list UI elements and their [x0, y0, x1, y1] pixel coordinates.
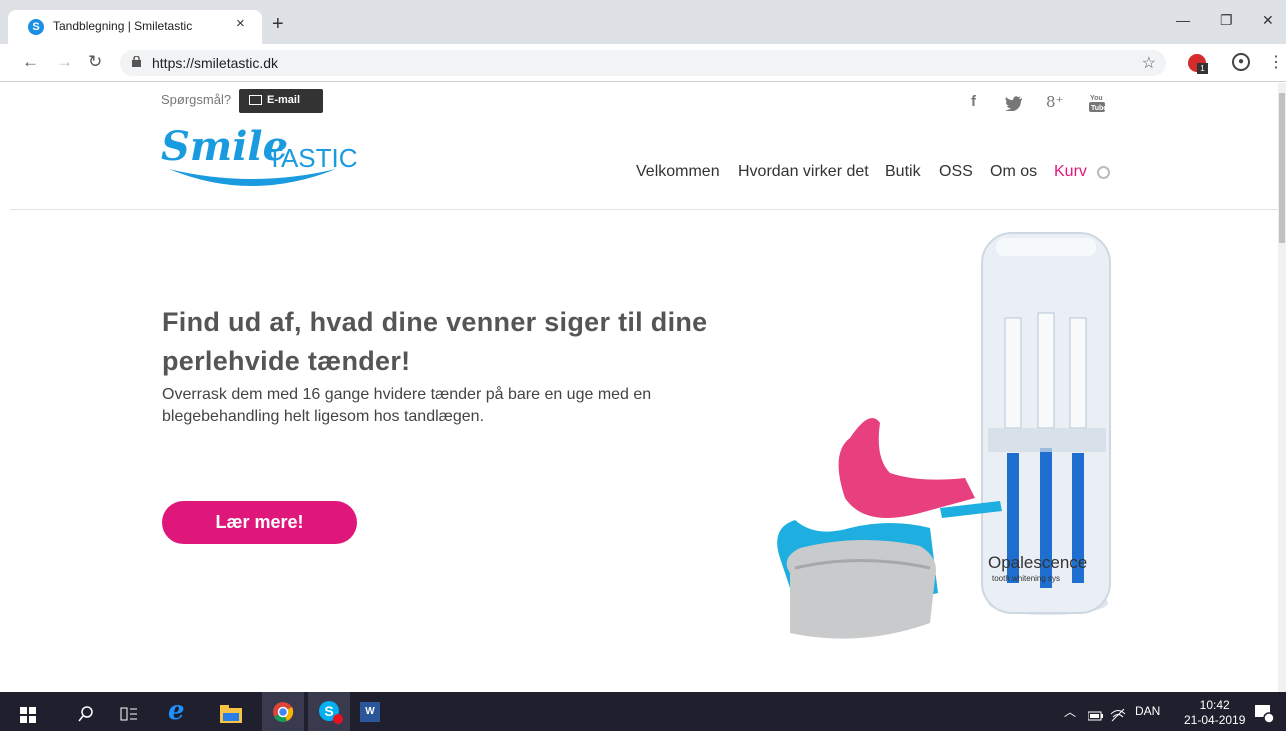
windows-taskbar: e S W ︿ DAN 10:42 21-04-2019: [0, 692, 1286, 731]
skype-status-badge: [333, 714, 343, 724]
task-view-icon[interactable]: [120, 703, 138, 725]
browser-tab-strip: S Tandblegning | Smiletastic × + — ❐ ✕: [0, 0, 1286, 44]
nav-oss[interactable]: OSS: [939, 163, 973, 181]
language-indicator[interactable]: DAN: [1135, 704, 1160, 718]
google-plus-icon[interactable]: 8⁺: [1046, 93, 1063, 111]
menu-icon[interactable]: ⋮: [1268, 52, 1284, 72]
page-scrollbar[interactable]: [1278, 83, 1286, 692]
notifications-icon[interactable]: [1254, 702, 1274, 724]
chrome-taskbar-item[interactable]: [262, 692, 304, 731]
hero-subtext: Overrask dem med 16 gange hvidere tænder…: [162, 386, 652, 425]
restore-icon[interactable]: ❐: [1220, 12, 1233, 29]
tray-chevron-icon[interactable]: ︿: [1064, 703, 1076, 725]
envelope-icon: [249, 95, 262, 105]
word-icon[interactable]: W: [360, 702, 380, 722]
minimize-icon[interactable]: —: [1176, 12, 1190, 28]
product-image: Opalescence tooth whitening sys: [777, 232, 1111, 639]
nav-kurv[interactable]: Kurv: [1054, 163, 1087, 181]
forward-icon[interactable]: →: [56, 52, 73, 72]
lock-icon: [132, 56, 141, 67]
learn-more-button[interactable]: Lær mere!: [162, 501, 357, 544]
header-divider: [10, 209, 1278, 210]
file-explorer-icon[interactable]: [220, 703, 242, 725]
nav-velkommen[interactable]: Velkommen: [636, 163, 720, 181]
twitter-icon[interactable]: [1005, 96, 1023, 111]
youtube-icon[interactable]: You Tube: [1088, 93, 1106, 113]
wifi-icon[interactable]: [1110, 704, 1126, 726]
extension-icon[interactable]: 1: [1188, 54, 1208, 74]
browser-tab[interactable]: S Tandblegning | Smiletastic ×: [8, 10, 262, 44]
windows-start-icon[interactable]: [20, 704, 36, 726]
hero-headline: Find ud af, hvad dine venner siger til d…: [162, 307, 708, 376]
tab-close-icon[interactable]: ×: [236, 15, 245, 32]
nav-om-os[interactable]: Om os: [990, 163, 1037, 181]
tab-title: Tandblegning | Smiletastic: [53, 19, 193, 33]
web-page: Spørgsmål? E-mail f 8⁺ You Tube Smile TA…: [0, 83, 1278, 692]
profile-icon[interactable]: ●: [1232, 53, 1250, 71]
search-icon[interactable]: [1097, 166, 1110, 179]
smile-swoosh: [169, 169, 336, 186]
reload-icon[interactable]: ↻: [88, 52, 102, 72]
battery-icon[interactable]: [1088, 705, 1104, 727]
nav-butik[interactable]: Butik: [885, 163, 921, 181]
bookmark-star-icon[interactable]: ☆: [1142, 53, 1156, 73]
email-button[interactable]: E-mail: [239, 89, 323, 113]
facebook-icon[interactable]: f: [971, 93, 976, 110]
site-favicon-icon: S: [28, 19, 44, 35]
omnibox[interactable]: https://smiletastic.dk ☆: [120, 50, 1166, 76]
question-label: Spørgsmål?: [161, 92, 232, 107]
svg-text:Tube: Tube: [1091, 105, 1106, 112]
email-label: E-mail: [267, 94, 301, 106]
product-tagline-text: tooth whitening sys: [992, 574, 1060, 583]
clock-time: 10:42: [1199, 698, 1230, 712]
extension-badge: 1: [1197, 63, 1208, 74]
chrome-icon: [273, 702, 294, 722]
smiletastic-logo[interactable]: Smile TASTIC: [161, 123, 361, 203]
internet-explorer-icon[interactable]: e: [168, 696, 185, 726]
scrollbar-thumb[interactable]: [1279, 93, 1285, 243]
product-brand-text: Opalescence: [988, 553, 1087, 572]
url-text[interactable]: https://smiletastic.dk: [152, 55, 278, 71]
search-taskbar-icon[interactable]: [78, 703, 94, 725]
nav-hvordan-virker-det[interactable]: Hvordan virker det: [738, 163, 869, 181]
new-tab-button[interactable]: +: [272, 13, 284, 36]
window-close-icon[interactable]: ✕: [1262, 12, 1274, 29]
back-icon[interactable]: ←: [22, 52, 39, 72]
clock-date: 21-04-2019: [1184, 713, 1246, 727]
address-toolbar: ← → ↻ https://smiletastic.dk ☆ 1 ● ⋮: [0, 44, 1286, 82]
clock[interactable]: 10:42 21-04-2019: [1184, 698, 1245, 728]
svg-text:You: You: [1090, 95, 1103, 102]
skype-taskbar-item[interactable]: S: [308, 692, 350, 731]
